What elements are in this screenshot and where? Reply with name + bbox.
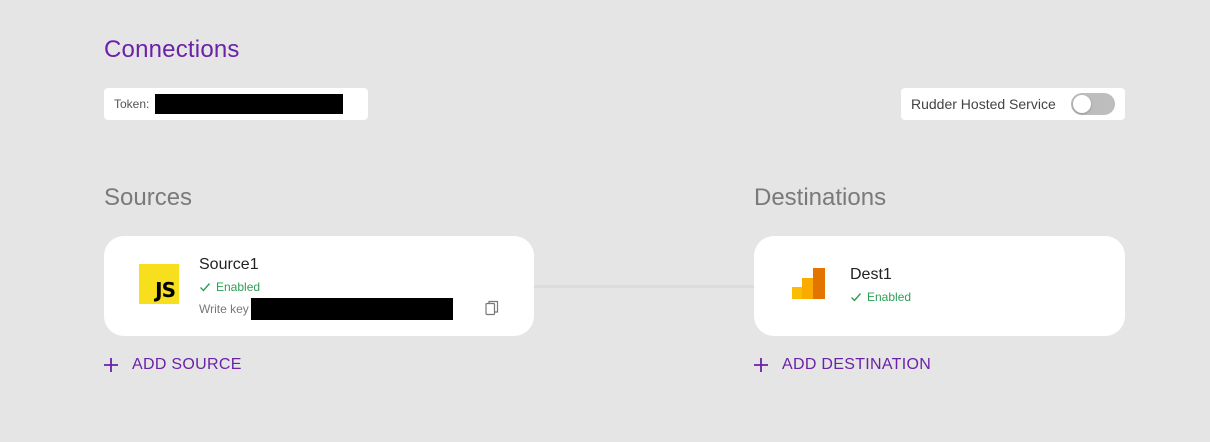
javascript-icon: JS xyxy=(139,264,179,304)
add-destination-button[interactable]: ADD DESTINATION xyxy=(754,356,931,374)
add-source-button[interactable]: ADD SOURCE xyxy=(104,356,242,374)
write-key-value-redacted xyxy=(250,298,453,320)
google-analytics-icon xyxy=(792,268,825,299)
add-source-label: ADD SOURCE xyxy=(132,356,242,373)
hosted-service-toggle[interactable] xyxy=(1071,93,1115,115)
check-icon xyxy=(200,283,211,292)
page-title: Connections xyxy=(104,36,240,63)
write-key-label: Write key xyxy=(199,302,249,316)
destination-name: Dest1 xyxy=(850,266,892,283)
source-status-text: Enabled xyxy=(216,280,261,294)
copy-icon[interactable] xyxy=(485,300,499,316)
source-card[interactable]: JS Source1 Enabled Write key xyxy=(104,236,534,336)
plus-icon xyxy=(754,358,768,372)
toggle-knob xyxy=(1073,95,1091,113)
destination-status-text: Enabled xyxy=(867,290,912,304)
token-value-redacted xyxy=(155,94,344,114)
connection-line xyxy=(534,285,754,288)
hosted-service-panel: Rudder Hosted Service xyxy=(901,88,1125,120)
hosted-service-label: Rudder Hosted Service xyxy=(911,96,1056,112)
javascript-icon-text: JS xyxy=(155,278,176,302)
destination-card[interactable]: Dest1 Enabled xyxy=(754,236,1125,336)
source-status: Enabled xyxy=(199,280,260,294)
write-key-row: Write key xyxy=(199,298,453,320)
source-name: Source1 xyxy=(199,256,259,273)
plus-icon xyxy=(104,358,118,372)
destination-status: Enabled xyxy=(850,290,911,304)
sources-heading: Sources xyxy=(104,184,193,211)
token-field: Token: xyxy=(104,88,368,120)
destinations-heading: Destinations xyxy=(754,184,887,211)
check-icon xyxy=(851,293,862,302)
token-label: Token: xyxy=(114,97,150,111)
add-destination-label: ADD DESTINATION xyxy=(782,356,932,373)
